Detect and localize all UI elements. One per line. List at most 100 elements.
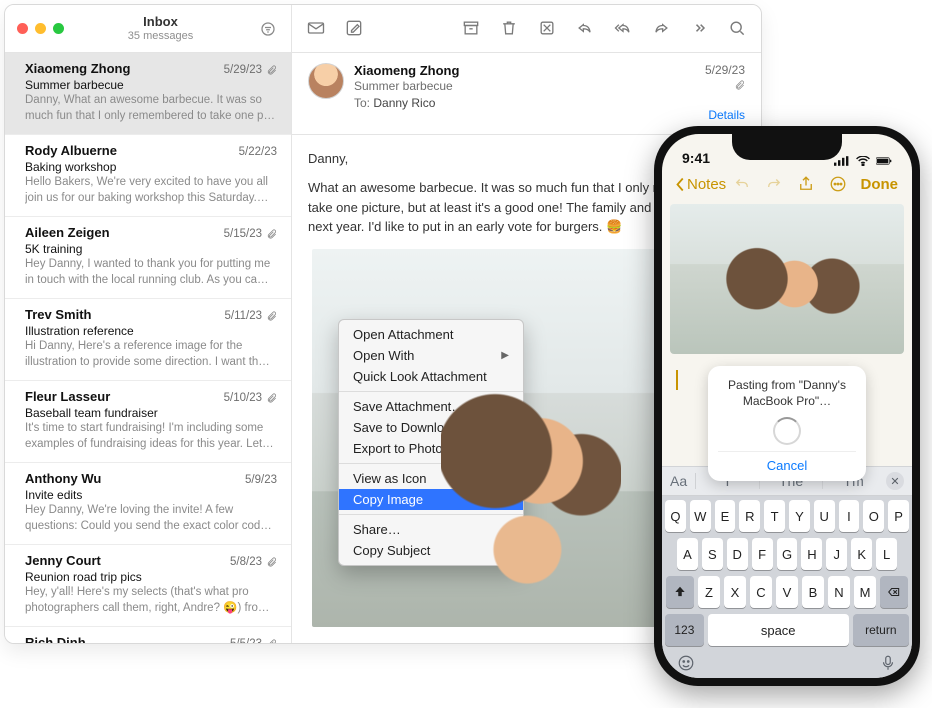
notch xyxy=(732,134,842,160)
message-row[interactable]: Rody Albuerne5/22/23Baking workshopHello… xyxy=(5,135,291,217)
message-row[interactable]: Rich Dinh5/5/23Trip to Zion National Par… xyxy=(5,627,291,643)
search-icon[interactable] xyxy=(727,18,747,38)
toolbar xyxy=(292,5,761,53)
attachment-icon xyxy=(734,80,745,91)
undo-icon[interactable] xyxy=(733,175,751,193)
key-y[interactable]: Y xyxy=(789,500,810,532)
format-aa[interactable]: Aa xyxy=(670,473,696,489)
redo-icon[interactable] xyxy=(765,175,783,193)
zoom-icon[interactable] xyxy=(53,23,64,34)
key-u[interactable]: U xyxy=(814,500,835,532)
share-icon[interactable] xyxy=(797,175,815,193)
mail-window: Inbox 35 messages Xiaomeng Zhong5/29/23S… xyxy=(4,4,762,644)
cellular-icon xyxy=(834,156,850,166)
message-row[interactable]: Jenny Court5/8/23Reunion road trip picsH… xyxy=(5,545,291,627)
key-e[interactable]: E xyxy=(715,500,736,532)
key-d[interactable]: D xyxy=(727,538,748,570)
battery-icon xyxy=(876,156,892,166)
key-j[interactable]: J xyxy=(826,538,847,570)
return-key[interactable]: return xyxy=(853,614,909,646)
message-row[interactable]: Anthony Wu5/9/23Invite editsHey Danny, W… xyxy=(5,463,291,545)
header-subject: Summer barbecue xyxy=(354,79,695,93)
window-controls[interactable] xyxy=(17,23,64,34)
ctx-copy-subject[interactable]: Copy Subject xyxy=(339,540,523,561)
key-x[interactable]: X xyxy=(724,576,746,608)
paste-cancel[interactable]: Cancel xyxy=(718,451,856,473)
minimize-icon[interactable] xyxy=(35,23,46,34)
key-w[interactable]: W xyxy=(690,500,711,532)
ctx-view-icon[interactable]: View as Icon xyxy=(339,468,523,489)
message-row[interactable]: Trev Smith5/11/23Illustration referenceH… xyxy=(5,299,291,381)
iphone-screen: 9:41 Notes Done Pasting from "D xyxy=(662,134,912,678)
emoji-key-icon[interactable] xyxy=(677,654,695,672)
key-b[interactable]: B xyxy=(802,576,824,608)
archive-icon[interactable] xyxy=(461,18,481,38)
key-p[interactable]: P xyxy=(888,500,909,532)
key-i[interactable]: I xyxy=(839,500,860,532)
note-pasted-image[interactable] xyxy=(670,204,904,354)
message-list-sidebar: Inbox 35 messages Xiaomeng Zhong5/29/23S… xyxy=(5,5,292,643)
ctx-export-photos[interactable]: Export to Photos xyxy=(339,438,523,459)
compose-icon[interactable] xyxy=(344,18,364,38)
key-a[interactable]: A xyxy=(677,538,698,570)
key-k[interactable]: K xyxy=(851,538,872,570)
reply-icon[interactable] xyxy=(575,18,595,38)
details-link[interactable]: Details xyxy=(705,108,745,122)
spinner-icon xyxy=(773,417,801,445)
junk-icon[interactable] xyxy=(537,18,557,38)
message-row[interactable]: Xiaomeng Zhong5/29/23Summer barbecueDann… xyxy=(5,53,291,135)
key-o[interactable]: O xyxy=(863,500,884,532)
key-r[interactable]: R xyxy=(739,500,760,532)
wifi-icon xyxy=(855,156,871,166)
ctx-open-attachment[interactable]: Open Attachment xyxy=(339,324,523,345)
suggest-close-icon[interactable]: ✕ xyxy=(886,472,904,490)
key-s[interactable]: S xyxy=(702,538,723,570)
backspace-key[interactable] xyxy=(880,576,908,608)
key-g[interactable]: G xyxy=(777,538,798,570)
message-header: Xiaomeng Zhong Summer barbecue To: Danny… xyxy=(292,53,761,135)
more-circle-icon[interactable] xyxy=(829,175,847,193)
paste-text: Pasting from "Danny's MacBook Pro"… xyxy=(718,378,856,409)
inbox-title: Inbox xyxy=(72,15,249,29)
key-h[interactable]: H xyxy=(801,538,822,570)
ctx-open-with[interactable]: Open With▶ xyxy=(339,345,523,366)
nav-done[interactable]: Done xyxy=(861,176,899,193)
nav-back[interactable]: Notes xyxy=(676,176,726,193)
forward-icon[interactable] xyxy=(651,18,671,38)
shift-key[interactable] xyxy=(666,576,694,608)
key-z[interactable]: Z xyxy=(698,576,720,608)
ctx-quick-look[interactable]: Quick Look Attachment xyxy=(339,366,523,387)
notes-nav-bar: Notes Done xyxy=(662,168,912,200)
close-icon[interactable] xyxy=(17,23,28,34)
numbers-key[interactable]: 123 xyxy=(665,614,704,646)
key-l[interactable]: L xyxy=(876,538,897,570)
header-to: To: Danny Rico xyxy=(354,96,695,110)
text-cursor xyxy=(676,370,678,390)
message-row[interactable]: Fleur Lasseur5/10/23Baseball team fundra… xyxy=(5,381,291,463)
filter-icon[interactable] xyxy=(257,18,279,40)
ctx-save-downloads[interactable]: Save to Downloads Folder xyxy=(339,417,523,438)
key-c[interactable]: C xyxy=(750,576,772,608)
more-icon[interactable] xyxy=(689,18,709,38)
context-menu: Open Attachment Open With▶ Quick Look At… xyxy=(338,319,524,566)
key-n[interactable]: N xyxy=(828,576,850,608)
keyboard[interactable]: QWERTYUIOP ASDFGHJKL ZXCVBNM 123 space r… xyxy=(662,496,912,678)
key-t[interactable]: T xyxy=(764,500,785,532)
ctx-share[interactable]: Share… xyxy=(339,519,523,540)
key-m[interactable]: M xyxy=(854,576,876,608)
header-from: Xiaomeng Zhong xyxy=(354,63,695,78)
reply-all-icon[interactable] xyxy=(613,18,633,38)
key-q[interactable]: Q xyxy=(665,500,686,532)
delete-icon[interactable] xyxy=(499,18,519,38)
ctx-copy-image[interactable]: Copy Image xyxy=(339,489,523,510)
dictation-key-icon[interactable] xyxy=(879,654,897,672)
message-row[interactable]: Aileen Zeigen5/15/235K trainingHey Danny… xyxy=(5,217,291,299)
header-date: 5/29/23 xyxy=(705,63,745,77)
sidebar-titlebar: Inbox 35 messages xyxy=(5,5,291,53)
ctx-save-attachment[interactable]: Save Attachment… xyxy=(339,396,523,417)
envelope-icon[interactable] xyxy=(306,18,326,38)
key-v[interactable]: V xyxy=(776,576,798,608)
space-key[interactable]: space xyxy=(708,614,849,646)
key-f[interactable]: F xyxy=(752,538,773,570)
message-list[interactable]: Xiaomeng Zhong5/29/23Summer barbecueDann… xyxy=(5,53,291,643)
